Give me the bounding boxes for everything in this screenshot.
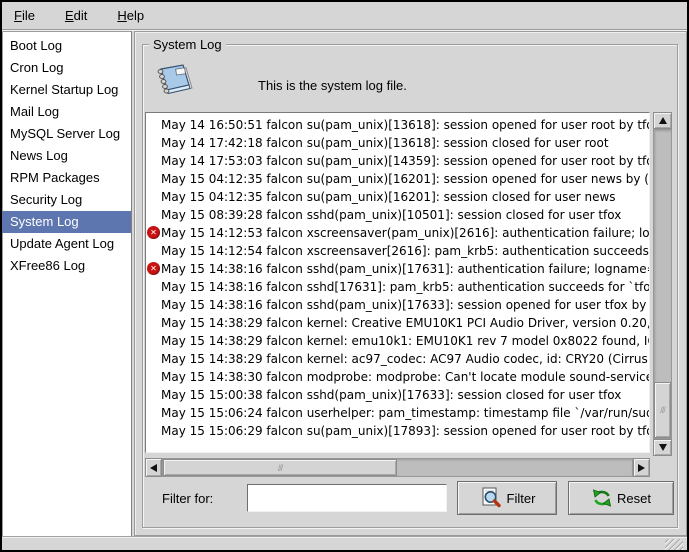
sidebar: Boot LogCron LogKernel Startup LogMail L… — [2, 31, 132, 536]
log-line[interactable]: May 15 14:38:16 falcon sshd[17631]: pam_… — [146, 278, 649, 296]
log-text: May 15 15:00:38 falcon sshd(pam_unix)[17… — [161, 388, 621, 402]
refresh-icon — [591, 488, 613, 508]
group-title: System Log — [149, 37, 226, 52]
log-text: May 15 14:38:16 falcon sshd[17631]: pam_… — [161, 280, 649, 294]
menu-item-file[interactable]: File — [10, 6, 39, 25]
scroll-left-button[interactable] — [145, 458, 162, 477]
sidebar-item-rpm-packages[interactable]: RPM Packages — [2, 167, 131, 189]
sidebar-item-mail-log[interactable]: Mail Log — [2, 101, 131, 123]
arrow-right-icon — [638, 464, 645, 472]
log-text: May 15 14:38:16 falcon sshd(pam_unix)[17… — [161, 262, 649, 276]
log-text: May 14 17:53:03 falcon su(pam_unix)[1435… — [161, 154, 649, 168]
log-line[interactable]: May 15 15:00:38 falcon sshd(pam_unix)[17… — [146, 386, 649, 404]
arrow-left-icon — [150, 464, 157, 472]
sidebar-item-boot-log[interactable]: Boot Log — [2, 35, 131, 57]
log-text: May 15 04:12:35 falcon su(pam_unix)[1620… — [161, 172, 649, 186]
vertical-scrollbar: /// — [653, 112, 672, 456]
log-text: May 14 16:50:51 falcon su(pam_unix)[1361… — [161, 118, 649, 132]
arrow-down-icon — [659, 444, 667, 451]
log-text: May 15 14:38:30 falcon modprobe: modprob… — [161, 370, 649, 384]
horizontal-scroll-thumb[interactable]: /// — [163, 459, 397, 476]
log-text: May 14 17:42:18 falcon su(pam_unix)[1361… — [161, 136, 609, 150]
log-text: May 15 04:12:35 falcon su(pam_unix)[1620… — [161, 190, 616, 204]
log-line[interactable]: May 15 14:38:29 falcon kernel: ac97_code… — [146, 350, 649, 368]
status-bar — [2, 536, 687, 551]
log-text: May 15 14:38:16 falcon sshd(pam_unix)[17… — [161, 298, 649, 312]
scroll-down-button[interactable] — [653, 439, 672, 456]
scroll-right-button[interactable] — [633, 458, 650, 477]
resize-grip-icon[interactable] — [665, 539, 683, 550]
log-line[interactable]: May 15 04:12:35 falcon su(pam_unix)[1620… — [146, 188, 649, 206]
log-line[interactable]: May 15 08:39:28 falcon sshd(pam_unix)[10… — [146, 206, 649, 224]
sidebar-item-kernel-startup-log[interactable]: Kernel Startup Log — [2, 79, 131, 101]
log-line[interactable]: May 15 04:12:35 falcon su(pam_unix)[1620… — [146, 170, 649, 188]
log-line[interactable]: May 15 14:38:16 falcon sshd(pam_unix)[17… — [146, 260, 649, 278]
log-viewport[interactable]: May 14 16:50:51 falcon su(pam_unix)[1361… — [145, 112, 650, 453]
error-icon — [147, 226, 160, 239]
sidebar-item-security-log[interactable]: Security Log — [2, 189, 131, 211]
sidebar-item-xfree86-log[interactable]: XFree86 Log — [2, 255, 131, 277]
log-text: May 15 14:12:53 falcon xscreensaver(pam_… — [161, 226, 649, 240]
log-line[interactable]: May 15 14:12:54 falcon xscreensaver[2616… — [146, 242, 649, 260]
horizontal-scrollbar: /// — [145, 458, 650, 477]
horizontal-scroll-track[interactable]: /// — [162, 458, 633, 477]
log-line[interactable]: May 15 15:06:29 falcon su(pam_unix)[1789… — [146, 422, 649, 440]
log-text: May 15 14:38:29 falcon kernel: ac97_code… — [161, 352, 649, 366]
log-text: May 15 14:12:54 falcon xscreensaver[2616… — [161, 244, 649, 258]
vertical-scroll-track[interactable]: /// — [653, 129, 672, 439]
scroll-up-button[interactable] — [653, 112, 672, 129]
log-line[interactable]: May 14 17:53:03 falcon su(pam_unix)[1435… — [146, 152, 649, 170]
log-line[interactable]: May 14 17:42:18 falcon su(pam_unix)[1361… — [146, 134, 649, 152]
filter-button[interactable]: Filter — [457, 481, 557, 515]
log-text: May 15 08:39:28 falcon sshd(pam_unix)[10… — [161, 208, 621, 222]
filter-input[interactable] — [247, 484, 447, 512]
reset-button-label: Reset — [617, 491, 651, 506]
log-line[interactable]: May 15 15:06:24 falcon userhelper: pam_t… — [146, 404, 649, 422]
search-document-icon — [479, 487, 503, 509]
log-line[interactable]: May 14 16:50:51 falcon su(pam_unix)[1361… — [146, 116, 649, 134]
log-line[interactable]: May 15 14:38:16 falcon sshd(pam_unix)[17… — [146, 296, 649, 314]
menu-item-edit[interactable]: Edit — [61, 6, 91, 25]
log-text: May 15 14:38:29 falcon kernel: emu10k1: … — [161, 334, 649, 348]
log-text: May 15 15:06:29 falcon su(pam_unix)[1789… — [161, 424, 649, 438]
log-description: This is the system log file. — [258, 78, 407, 93]
log-line[interactable]: May 15 14:38:30 falcon modprobe: modprob… — [146, 368, 649, 386]
sidebar-item-news-log[interactable]: News Log — [2, 145, 131, 167]
log-line[interactable]: May 15 14:38:29 falcon kernel: Creative … — [146, 314, 649, 332]
notebook-icon — [150, 62, 194, 106]
filter-button-label: Filter — [507, 491, 536, 506]
sidebar-item-cron-log[interactable]: Cron Log — [2, 57, 131, 79]
vertical-scroll-thumb[interactable]: /// — [654, 382, 671, 438]
reset-button[interactable]: Reset — [568, 481, 674, 515]
arrow-up-icon — [659, 117, 667, 124]
log-line[interactable]: May 15 14:12:53 falcon xscreensaver(pam_… — [146, 224, 649, 242]
sidebar-item-system-log[interactable]: System Log — [2, 211, 131, 233]
log-text: May 15 14:38:29 falcon kernel: Creative … — [161, 316, 649, 330]
error-icon — [147, 262, 160, 275]
menu-item-help[interactable]: Help — [113, 6, 148, 25]
sidebar-item-mysql-server-log[interactable]: MySQL Server Log — [2, 123, 131, 145]
menu-bar: File Edit Help — [2, 2, 687, 30]
filter-label: Filter for: — [162, 491, 213, 506]
system-logs-window: File Edit Help Boot LogCron LogKernel Star… — [0, 0, 689, 552]
log-text: May 15 15:06:24 falcon userhelper: pam_t… — [161, 406, 649, 420]
sidebar-item-update-agent-log[interactable]: Update Agent Log — [2, 233, 131, 255]
log-line[interactable]: May 15 14:38:29 falcon kernel: emu10k1: … — [146, 332, 649, 350]
